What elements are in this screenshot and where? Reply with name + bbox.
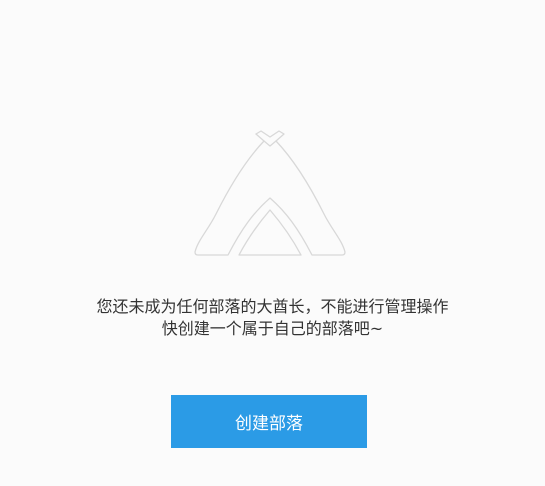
- tent-icon: [190, 128, 350, 260]
- empty-state-message: 您还未成为任何部落的大酋长，不能进行管理操作 快创建一个属于自己的部落吧~: [0, 296, 545, 340]
- create-tribe-button[interactable]: 创建部落: [171, 395, 367, 448]
- empty-state-page: 您还未成为任何部落的大酋长，不能进行管理操作 快创建一个属于自己的部落吧~ 创建…: [0, 0, 545, 486]
- empty-state-message-line2: 快创建一个属于自己的部落吧~: [161, 319, 384, 338]
- empty-state-message-line1: 您还未成为任何部落的大酋长，不能进行管理操作: [96, 297, 449, 316]
